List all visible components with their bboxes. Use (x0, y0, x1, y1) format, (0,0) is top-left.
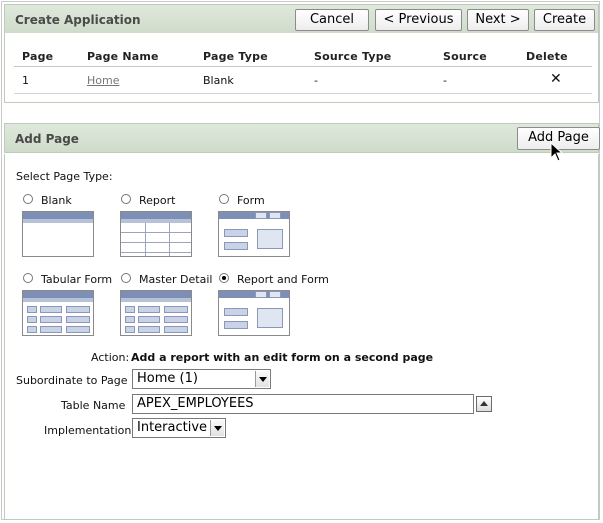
application-wizard-frame: Create Application Cancel < Previous Nex… (1, 1, 600, 520)
mouse-cursor-icon (550, 142, 564, 162)
page-type-label-form: Form (237, 194, 265, 207)
tabular-form-page-icon[interactable] (22, 290, 94, 336)
table-header-divider (14, 66, 592, 67)
column-header-page-name: Page Name (87, 50, 159, 63)
action-label: Action: (91, 351, 130, 364)
blank-page-icon[interactable] (22, 211, 94, 257)
column-header-page-type: Page Type (203, 50, 268, 63)
add-page-region: Select Page Type: Blank Report Form Tabu… (4, 154, 599, 520)
page-type-label-report: Report (139, 194, 176, 207)
radio-master-detail[interactable] (121, 273, 131, 283)
report-and-form-page-icon[interactable] (218, 290, 290, 336)
create-button[interactable]: Create (534, 9, 595, 31)
radio-report[interactable] (121, 194, 131, 204)
implementation-label: Implementation (44, 424, 132, 437)
column-header-source: Source (443, 50, 487, 63)
pages-table: Page Page Name Page Type Source Type Sou… (4, 33, 599, 103)
column-header-delete: Delete (526, 50, 568, 63)
table-name-input[interactable]: APEX_EMPLOYEES (132, 394, 474, 414)
chevron-down-icon (255, 371, 269, 387)
delete-icon[interactable]: ✕ (550, 71, 562, 87)
column-header-page: Page (22, 50, 54, 63)
add-page-title: Add Page (15, 132, 79, 146)
form-page-icon[interactable] (218, 211, 290, 257)
subordinate-to-page-value: Home (1) (137, 371, 198, 386)
page-type-label-tabular-form: Tabular Form (41, 273, 113, 286)
implementation-value: Interactive (137, 420, 208, 435)
subordinate-to-page-select[interactable]: Home (1) (132, 369, 271, 389)
table-name-value: APEX_EMPLOYEES (137, 396, 254, 411)
cell-page-type: Blank (203, 74, 234, 87)
radio-blank[interactable] (23, 194, 33, 204)
report-page-icon[interactable] (120, 211, 192, 257)
create-application-title: Create Application (15, 13, 141, 27)
master-detail-page-icon[interactable] (120, 290, 192, 336)
action-description: Add a report with an edit form on a seco… (131, 351, 434, 364)
column-header-source-type: Source Type (314, 50, 392, 63)
page-type-label-blank: Blank (41, 194, 72, 207)
page-type-label-report-and-form: Report and Form (237, 273, 329, 286)
add-page-header: Add Page Add Page (4, 123, 600, 153)
cell-source-type: - (314, 74, 318, 87)
table-row-divider (14, 93, 592, 94)
create-application-header: Create Application Cancel < Previous Nex… (4, 4, 599, 34)
implementation-select[interactable]: Interactive (132, 418, 226, 438)
radio-form[interactable] (219, 194, 229, 204)
radio-report-and-form[interactable] (219, 273, 229, 283)
home-page-link[interactable]: Home (87, 74, 119, 87)
table-name-label: Table Name (61, 399, 126, 412)
subordinate-to-page-label: Subordinate to Page (16, 374, 128, 387)
cell-page: 1 (22, 74, 29, 87)
page-type-label-master-detail: Master Detail (139, 273, 213, 286)
chevron-down-icon (210, 420, 224, 436)
previous-button[interactable]: < Previous (375, 9, 462, 31)
select-page-type-label: Select Page Type: (16, 170, 113, 183)
radio-tabular-form[interactable] (23, 273, 33, 283)
next-button[interactable]: Next > (467, 9, 529, 31)
cancel-button[interactable]: Cancel (295, 9, 369, 31)
table-name-popup-icon[interactable] (476, 396, 492, 412)
cell-source: - (443, 74, 447, 87)
